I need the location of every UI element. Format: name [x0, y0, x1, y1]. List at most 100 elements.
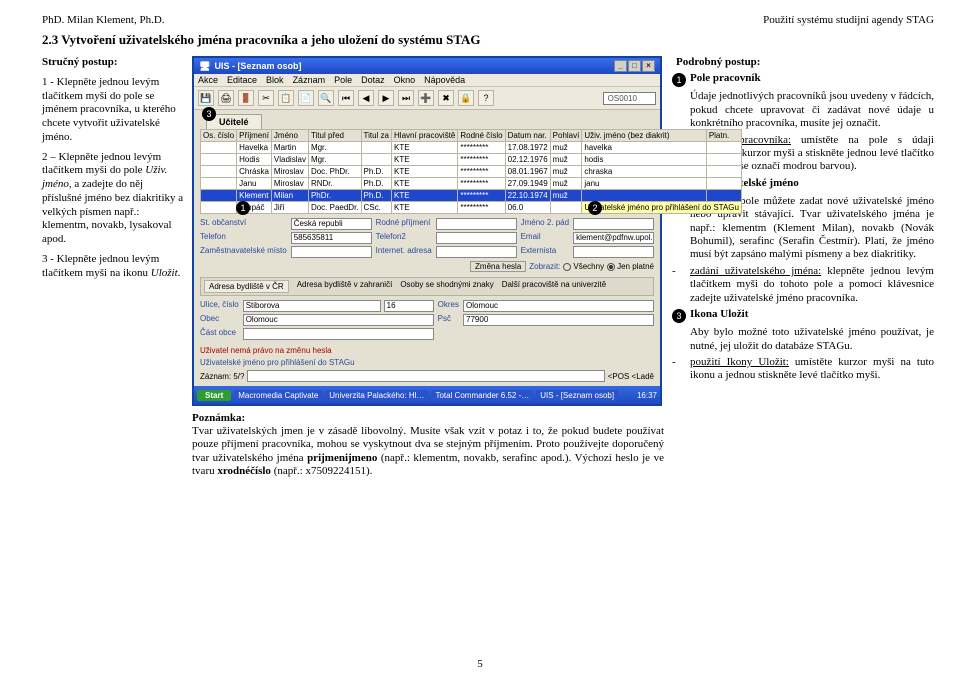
nav-last-icon[interactable]: ⏭ — [398, 90, 414, 106]
exit-icon[interactable]: 🚪 — [238, 90, 254, 106]
table-row[interactable]: JanuMiroslavRNDr.Ph.D.KTE*********27.09.… — [201, 178, 742, 190]
add-icon[interactable]: ➕ — [418, 90, 434, 106]
menu-okno[interactable]: Okno — [394, 75, 416, 85]
radio-jenplatne[interactable]: Jen platné — [607, 262, 654, 271]
task-item[interactable]: Total Commander 6.52 -… — [431, 390, 533, 401]
table-row[interactable]: HodisVladislavMgr.KTE*********02.12.1976… — [201, 154, 742, 166]
cut-icon[interactable]: ✂ — [258, 90, 274, 106]
toolbar: 💾 🖨 🚪 ✂ 📋 📄 🔍 ⏮ ◀ ▶ ⏭ ➕ ✖ 🔒 — [194, 87, 660, 110]
win-buttons[interactable]: _□× — [613, 60, 655, 72]
nav-hint: <POS <Ladě — [608, 372, 654, 381]
radio-vsechny[interactable]: Všechny — [563, 262, 604, 271]
menu-akce[interactable]: Akce — [198, 75, 218, 85]
left-heading: Stručný postup: — [42, 56, 118, 68]
sectab-shodne[interactable]: Osoby se shodnými znaky — [400, 280, 493, 293]
fld-obec[interactable]: Olomouc — [243, 314, 434, 326]
col-rc: Rodné číslo — [458, 130, 505, 142]
right-heading: Podrobný postup: — [676, 56, 760, 69]
fld-telefon[interactable]: 585635811 — [291, 232, 372, 244]
table-row[interactable]: KropáčJiříDoc. PaedDr.CSc.KTE*********06… — [201, 202, 742, 214]
badge-1: 1 — [236, 201, 250, 215]
badge-1r: 1 — [672, 73, 686, 87]
menu-dotaz[interactable]: Dotaz — [361, 75, 385, 85]
menu-napoveda[interactable]: Nápověda — [424, 75, 465, 85]
max-icon[interactable]: □ — [628, 60, 641, 72]
min-icon[interactable]: _ — [614, 60, 627, 72]
fld-intadr[interactable] — [436, 246, 517, 258]
fld-telefon2[interactable] — [436, 232, 517, 244]
nav-prev-icon[interactable]: ◀ — [358, 90, 374, 106]
col-platn: Platn. — [706, 130, 741, 142]
page-number: 5 — [477, 658, 483, 670]
task-item[interactable]: Univerzita Palackého: Hl… — [325, 390, 428, 401]
lbl-zobrazit: Zobrazit: — [529, 262, 560, 271]
sectab-adresa-cr[interactable]: Adresa bydliště v ČR — [204, 280, 289, 293]
task-item[interactable]: UIS - [Seznam osob] — [536, 390, 618, 401]
menu-pole[interactable]: Pole — [334, 75, 352, 85]
right-col: Podrobný postup: 1Pole pracovník Údaje j… — [672, 56, 934, 478]
task-item[interactable]: Macromedia Captivate — [234, 390, 322, 401]
zmena-hesla-button[interactable]: Změna hesla — [470, 261, 526, 272]
lock-icon[interactable]: 🔒 — [458, 90, 474, 106]
find-icon[interactable]: 🔍 — [318, 90, 334, 106]
table-row[interactable]: HavelkaMartinMgr.KTE*********17.08.1972m… — [201, 142, 742, 154]
paste-icon[interactable]: 📄 — [298, 90, 314, 106]
badge-3r: 3 — [672, 309, 686, 323]
uziv-hint: Uživatelské jméno pro přihlášení do STAG… — [582, 202, 742, 214]
fld-externista[interactable] — [573, 246, 654, 258]
col-titulpred: Titul před — [308, 130, 361, 142]
note-heading: Poznámka: — [192, 412, 245, 424]
col-uziv: Uživ. jméno (bez diakrit) — [582, 130, 706, 142]
header-left: PhD. Milan Klement, Ph.D. — [42, 14, 165, 26]
screenshot: 3 1 2 🖥UIS - [Seznam osob] _□× Akce Edit… — [192, 56, 664, 406]
fld-cislo[interactable]: 16 — [384, 300, 434, 312]
fld-ulice[interactable]: Stiborova — [243, 300, 381, 312]
sectab-dalsi[interactable]: Další pracoviště na univerzitě — [502, 280, 607, 293]
nav-first-icon[interactable]: ⏮ — [338, 90, 354, 106]
fld-obcanstvi[interactable]: Česká republi — [291, 218, 372, 230]
lbl-okres: Okres — [438, 300, 459, 312]
lbl-psc: Psč — [438, 314, 459, 326]
fld-jm2pad[interactable] — [573, 218, 654, 230]
del-icon[interactable]: ✖ — [438, 90, 454, 106]
menu-zaznam[interactable]: Záznam — [293, 75, 326, 85]
warning-text: Uživatel nemá právo na změnu hesla — [200, 346, 654, 355]
menubar[interactable]: Akce Editace Blok Záznam Pole Dotaz Okno… — [194, 74, 660, 87]
step-2: 2 – Klepněte jednou levým tlačítkem myši… — [42, 151, 184, 247]
section-tabs[interactable]: Adresa bydliště v ČR Adresa bydliště v z… — [200, 277, 654, 296]
fld-email[interactable]: klement@pdfnw.upol.cz — [573, 232, 654, 244]
lbl-ulice: Ulice, číslo — [200, 300, 239, 312]
menu-editace[interactable]: Editace — [227, 75, 257, 85]
win-title: 🖥UIS - [Seznam osob] — [199, 61, 301, 72]
print-icon[interactable]: 🖨 — [218, 90, 234, 106]
fld-zammisto[interactable] — [291, 246, 372, 258]
start-button[interactable]: Start — [197, 390, 231, 401]
copy-icon[interactable]: 📋 — [278, 90, 294, 106]
sectab-adresa-zahr[interactable]: Adresa bydliště v zahraničí — [297, 280, 393, 293]
lbl-stag-login: Uživatelské jméno pro přihlášení do STAG… — [200, 358, 355, 367]
header-right: Použití systému studijní agendy STAG — [763, 14, 934, 26]
taskbar[interactable]: Start Macromedia Captivate Univerzita Pa… — [194, 386, 660, 404]
help-icon[interactable]: ? — [478, 90, 494, 106]
step-3: 3 - Klepněte jednou levým tlačítkem myši… — [42, 253, 184, 281]
grid[interactable]: Os. číslo Příjmení Jméno Titul před Titu… — [200, 129, 742, 214]
table-row-selected[interactable]: KlementMilanPhDr.Ph.D.KTE*********22.10.… — [201, 190, 742, 202]
fld-rodprij[interactable] — [436, 218, 517, 230]
fld-okres[interactable]: Olomouc — [463, 300, 654, 312]
step-1: 1 - Klepněte jednou levým tlačítkem myši… — [42, 76, 184, 145]
close-icon[interactable]: × — [642, 60, 655, 72]
fld-psc[interactable]: 77900 — [463, 314, 654, 326]
col-jmeno: Jméno — [271, 130, 308, 142]
login-field[interactable] — [247, 370, 604, 382]
code-field[interactable]: OS0010 — [603, 92, 656, 105]
clock: 16:37 — [637, 391, 657, 400]
menu-blok[interactable]: Blok — [266, 75, 284, 85]
lbl-zammisto: Zaměstnavatelské místo — [200, 246, 287, 258]
lbl-telefon: Telefon — [200, 232, 287, 244]
save-icon[interactable]: 💾 — [198, 90, 214, 106]
table-row[interactable]: ChráskaMiroslavDoc. PhDr.Ph.D.KTE*******… — [201, 166, 742, 178]
col-prijmeni: Příjmení — [237, 130, 272, 142]
nav-next-icon[interactable]: ▶ — [378, 90, 394, 106]
lbl-externista: Externista — [521, 246, 569, 258]
fld-castobce[interactable] — [243, 328, 434, 340]
